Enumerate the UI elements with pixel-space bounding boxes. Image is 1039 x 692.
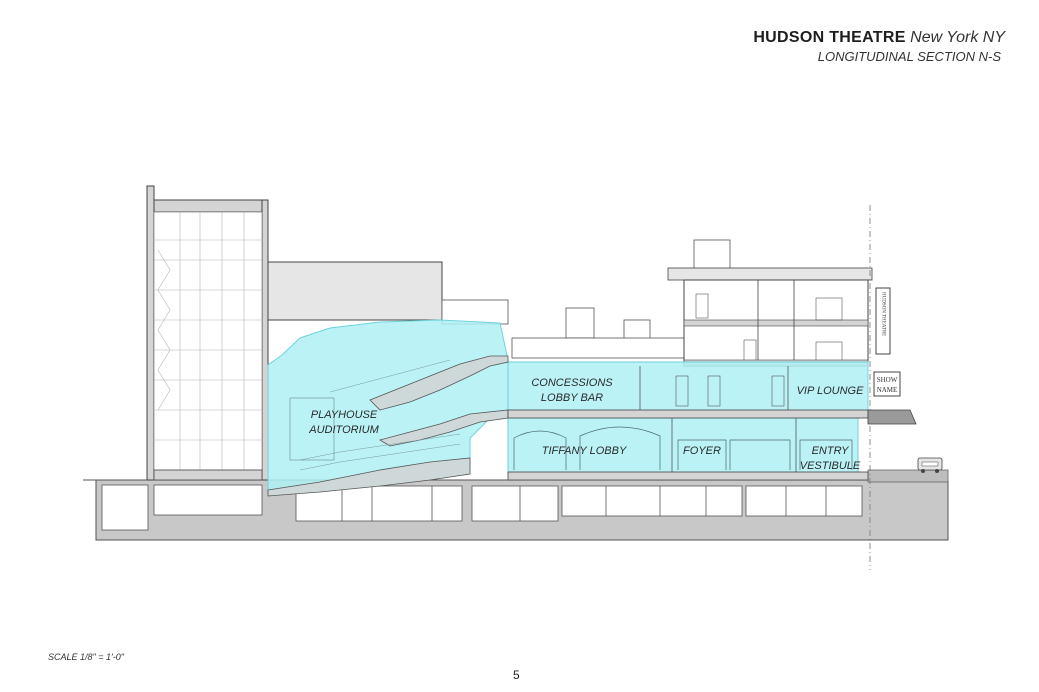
- label-entry-line1: ENTRY: [812, 445, 850, 457]
- label-foyer: FOYER: [683, 445, 721, 457]
- basement-room: [153, 484, 263, 516]
- label-concessions-line1: CONCESSIONS: [531, 377, 613, 389]
- marquee-text-line1: SHOW: [877, 376, 898, 384]
- rooftop-bulkhead: [693, 239, 731, 271]
- basement-room: [471, 485, 559, 522]
- front-building-roof: [667, 267, 873, 281]
- upper-roof: [511, 337, 685, 359]
- scale-note: SCALE 1/8" = 1'-0": [48, 652, 124, 662]
- stage-floor: [153, 469, 263, 481]
- label-playhouse-line1: PLAYHOUSE: [311, 409, 378, 421]
- label-entry-line2: VESTIBULE: [800, 460, 861, 472]
- longitudinal-section-drawing: HUDSON THEATRE SHOW NAME PLAYHOUSE AUDIT…: [83, 185, 949, 570]
- marquee-canopy: [867, 409, 917, 425]
- basement-room: [745, 485, 863, 517]
- basement-room: [101, 484, 149, 531]
- lobby-floor-slab: [507, 409, 869, 419]
- basement-room: [561, 485, 743, 517]
- auditorium-roof-structure: [267, 261, 443, 321]
- label-tiffany-lobby: TIFFANY LOBBY: [542, 445, 627, 457]
- blade-sign-text: HUDSON THEATRE: [881, 292, 886, 336]
- ground-floor-slab: [507, 471, 869, 481]
- page-number: 5: [513, 668, 520, 682]
- stage-house-roof: [153, 199, 267, 213]
- label-playhouse-line2: AUDITORIUM: [308, 424, 379, 436]
- stage-house-back-wall: [146, 185, 155, 481]
- roof-bulkhead: [565, 307, 595, 339]
- marquee-text-line2: NAME: [877, 386, 898, 394]
- office-floor-slab: [683, 319, 869, 327]
- label-concessions-line2: LOBBY BAR: [541, 392, 603, 404]
- proscenium-wall: [261, 199, 269, 481]
- label-vip-lounge: VIP LOUNGE: [797, 385, 864, 397]
